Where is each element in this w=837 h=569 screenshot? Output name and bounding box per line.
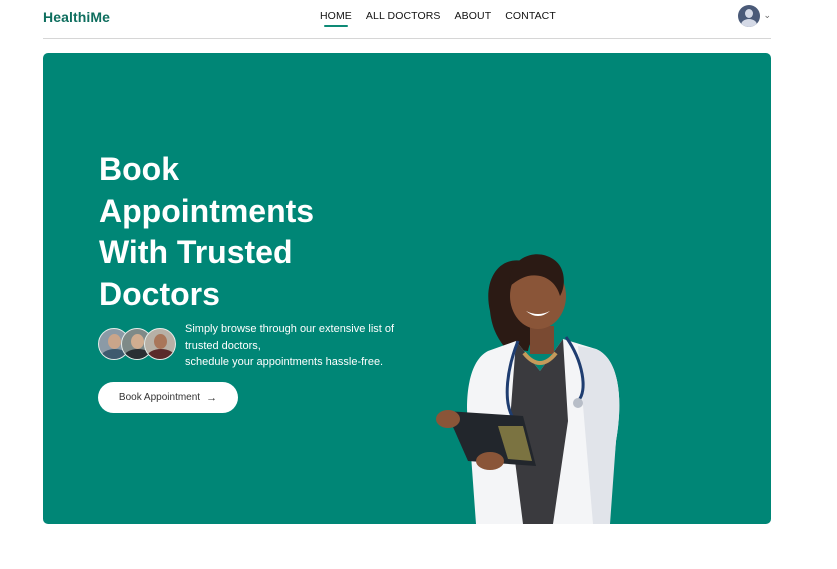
book-appointment-label: Book Appointment bbox=[118, 392, 201, 403]
nav-item-about[interactable]: ABOUT bbox=[455, 10, 492, 22]
nav-item-all-doctors[interactable]: ALL DOCTORS bbox=[366, 10, 441, 22]
hero-title-line: Doctors bbox=[99, 275, 220, 312]
book-appointment-button[interactable]: Book Appointment → bbox=[98, 382, 238, 413]
nav-item-home[interactable]: HOME bbox=[320, 10, 352, 27]
nav-item-contact[interactable]: CONTACT bbox=[505, 10, 556, 22]
chevron-down-icon[interactable]: ⌄ bbox=[763, 10, 771, 21]
hero-banner: Book Appointments With Trusted Doctors S… bbox=[43, 53, 771, 524]
main-nav: HOME ALL DOCTORS ABOUT CONTACT bbox=[320, 10, 570, 27]
hero-title-line: With Trusted bbox=[99, 234, 293, 270]
header: HealthiMe HOME ALL DOCTORS ABOUT CONTACT… bbox=[43, 0, 771, 39]
doctor-image bbox=[436, 254, 620, 524]
hero-title: Book Appointments With Trusted Doctors bbox=[99, 149, 349, 315]
arrow-right-icon: → bbox=[206, 391, 218, 404]
hero-title-line: Book bbox=[99, 151, 179, 187]
logo[interactable]: HealthiMe bbox=[43, 9, 110, 25]
profile-photo bbox=[144, 328, 176, 360]
user-avatar-icon[interactable] bbox=[738, 5, 761, 27]
hero-description-line: schedule your appointments hassle-free. bbox=[185, 356, 384, 368]
hero-description-line: trusted doctors, bbox=[185, 339, 261, 352]
hero-description: Simply browse through our extensive list… bbox=[185, 321, 415, 371]
hero-description-line: Simply browse through our extensive list… bbox=[185, 323, 395, 335]
group-profiles-image bbox=[98, 328, 178, 362]
hero-title-line: Appointments bbox=[99, 192, 315, 229]
profile-menu[interactable]: ⌄ bbox=[738, 5, 771, 27]
